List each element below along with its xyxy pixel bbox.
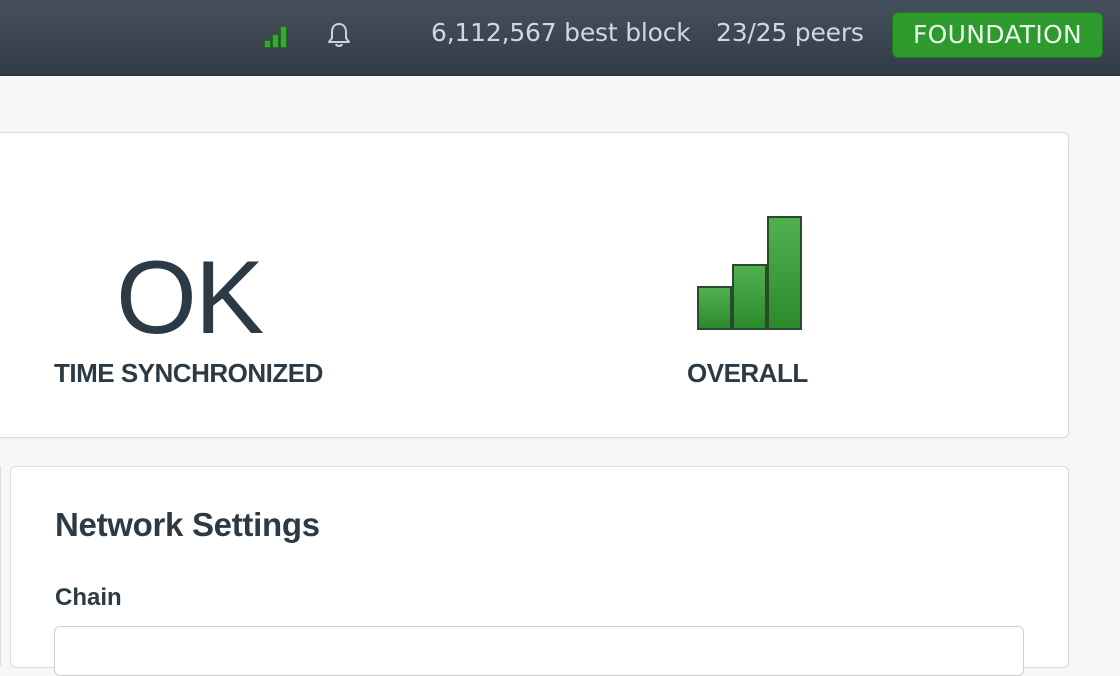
chain-label: Chain (55, 584, 122, 611)
top-status-bar: 6,112,567 best block 23/25 peers FOUNDAT… (0, 0, 1120, 76)
signal-bar-low (697, 286, 732, 330)
bell-icon[interactable] (324, 20, 354, 50)
time-sync-label: TIME SYNCHRONIZED (54, 358, 323, 388)
peers-status[interactable]: 23/25 peers (716, 18, 864, 47)
chain-badge[interactable]: FOUNDATION (892, 12, 1103, 58)
network-settings-title: Network Settings (55, 506, 320, 543)
signal-strength-icon[interactable] (262, 22, 288, 48)
time-sync-value: OK (116, 240, 264, 356)
overall-label: OVERALL (687, 358, 808, 388)
overall-signal-icon (697, 216, 803, 330)
best-block-status: 6,112,567 best block (431, 18, 691, 47)
chain-select[interactable] (54, 626, 1024, 676)
signal-bar-mid (732, 264, 767, 330)
signal-bar-high (767, 216, 802, 330)
left-panel-edge (0, 466, 1, 666)
